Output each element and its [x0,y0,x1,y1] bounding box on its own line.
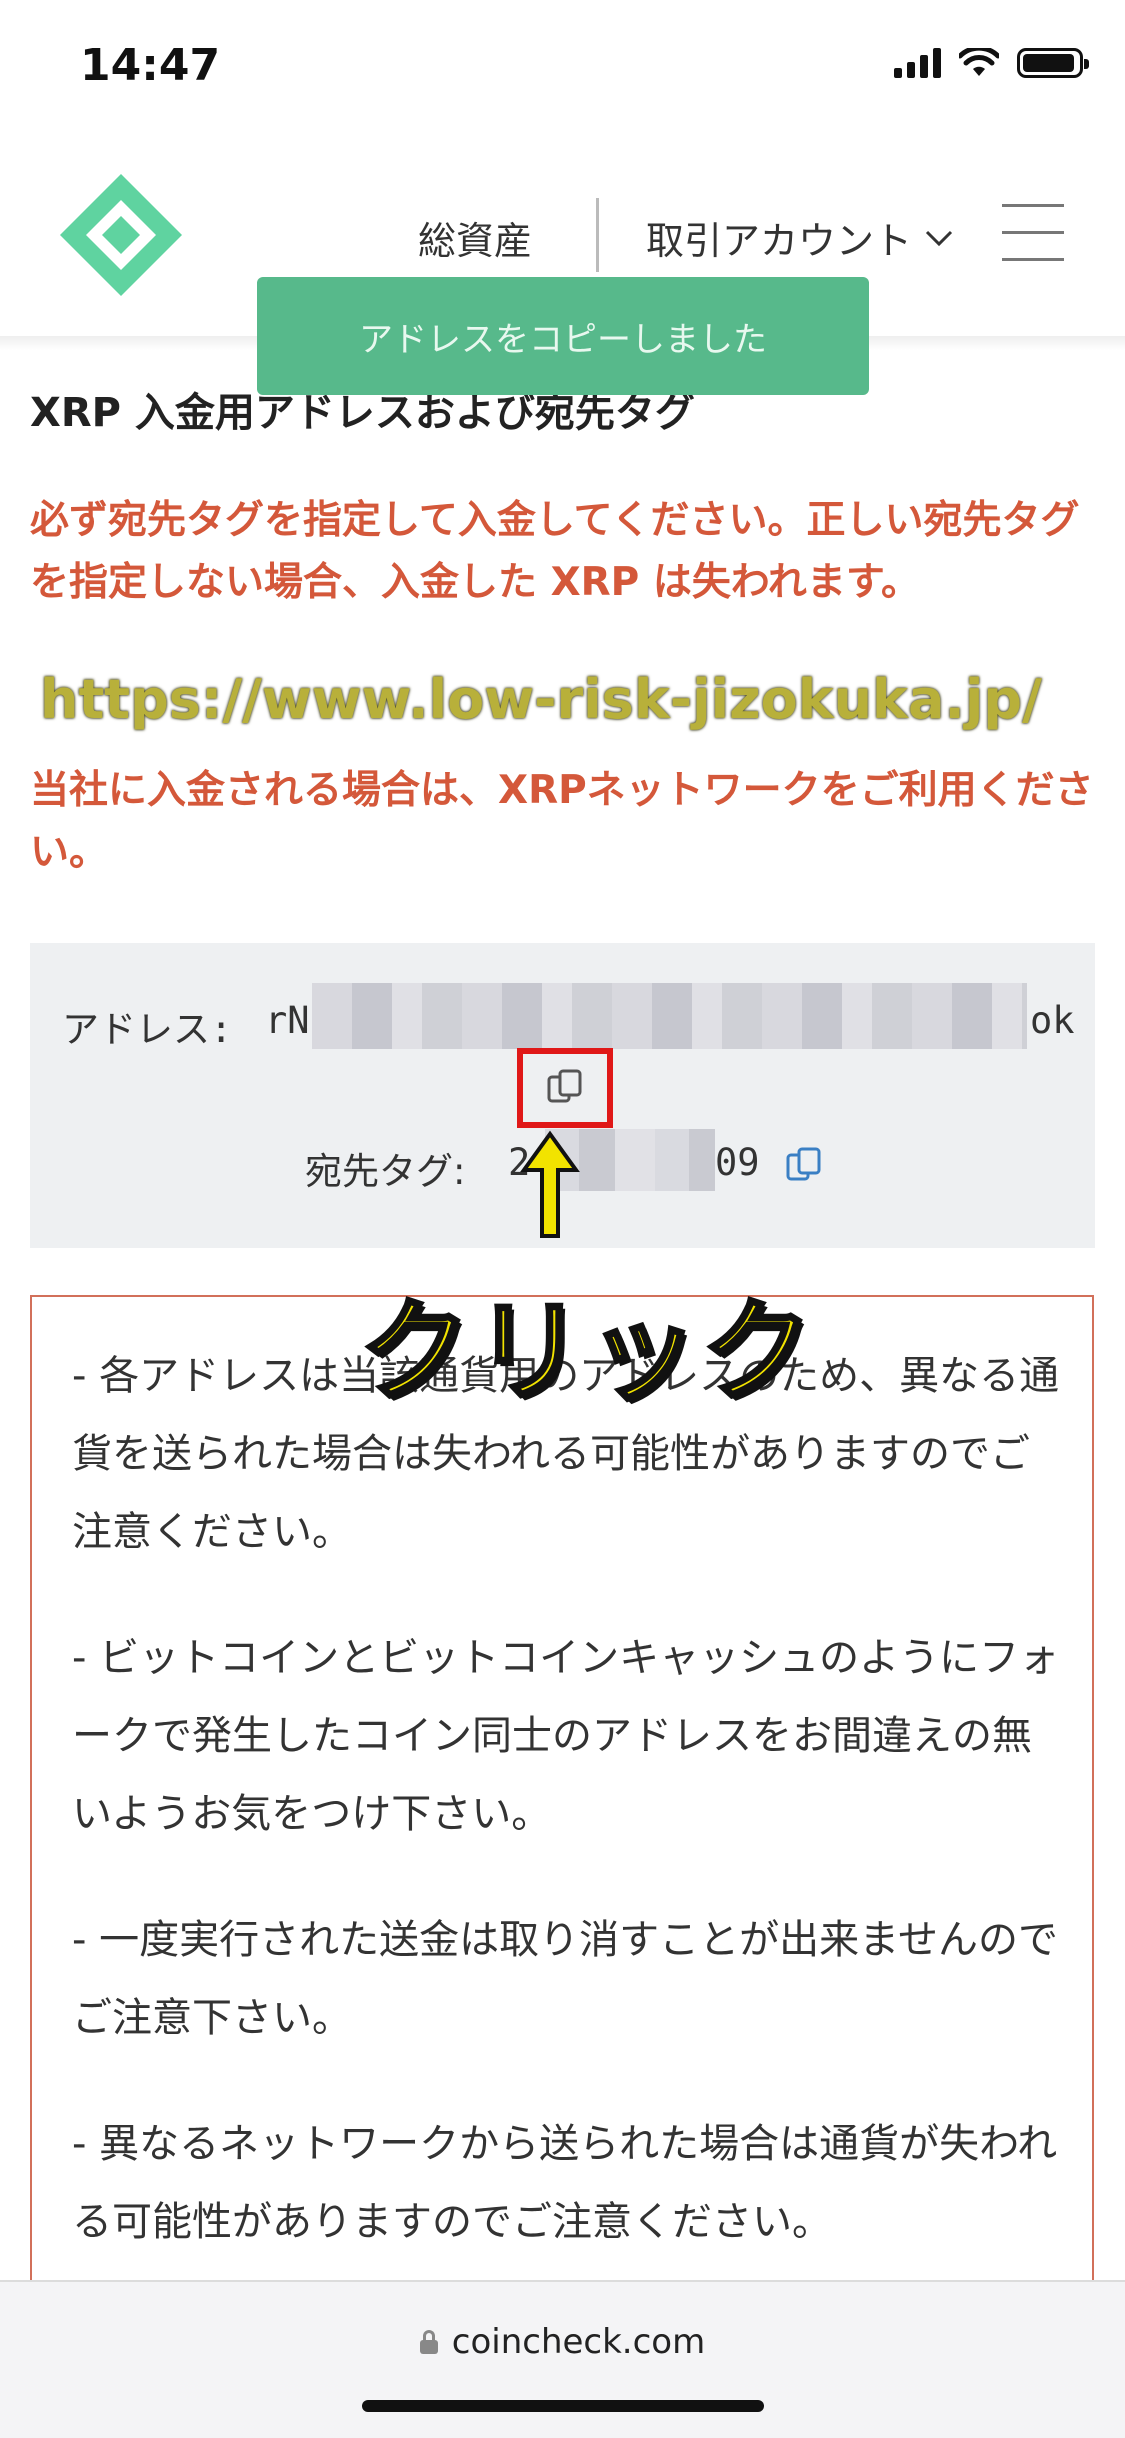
note-item: - ビットコインとビットコインキャッシュのようにフォークで発生したコイン同士のア… [72,1635,1060,1837]
address-label: アドレス: [62,1008,233,1051]
url-text: coincheck.com [451,2322,706,2362]
nav-account-label: 取引アカウント [646,219,913,263]
address-redacted [312,983,1027,1049]
nav-total-assets[interactable]: 総資産 [418,210,532,265]
click-annotation-label: クリック [358,1286,816,1418]
copy-tag-icon[interactable] [782,1143,826,1187]
network-notice: 当社に入金される場合は、XRPネットワークをご利用ください。 [30,768,1094,875]
status-bar: 14:47 [0,0,1125,140]
up-arrow-annotation-icon [520,1130,580,1238]
copied-toast: アドレスをコピーしました [257,277,869,395]
destination-tag-warning: 必ず宛先タグを指定して入金してください。正しい宛先タグを指定しない場合、入金した… [30,498,1080,605]
notes-box: - 各アドレスは当該通貨用のアドレスのため、異なる通貨を送られた場合は失われる可… [30,1295,1094,2295]
status-icons [894,48,1089,78]
tag-label: 宛先タグ: [305,1150,466,1193]
chevron-down-icon [925,230,953,246]
home-indicator[interactable] [362,2400,764,2412]
status-time: 14:47 [80,40,221,91]
lock-icon [419,2330,438,2354]
nav-trading-account[interactable]: 取引アカウント [646,210,954,265]
hamburger-menu-icon[interactable] [1002,204,1064,264]
coincheck-logo-icon[interactable] [56,170,186,300]
copy-address-icon[interactable] [543,1065,587,1109]
address-suffix: ok [1030,999,1075,1042]
note-item: - 異なるネットワークから送られた場合は通貨が失われる可能性がありますのでご注意… [72,2121,1058,2245]
nav-divider [596,198,599,272]
cellular-signal-icon [894,48,941,78]
battery-icon [1017,48,1089,78]
tag-suffix: 09 [715,1141,760,1184]
url-bar[interactable]: coincheck.com [0,2322,1125,2362]
address-prefix: rN [265,999,310,1042]
watermark-url: https://www.low-risk-jizokuka.jp/ [40,668,1042,731]
browser-bottom-bar: coincheck.com [0,2280,1125,2438]
wifi-icon [959,48,999,76]
note-item: - 一度実行された送金は取り消すことが出来ませんのでご注意下さい。 [72,1917,1058,2041]
